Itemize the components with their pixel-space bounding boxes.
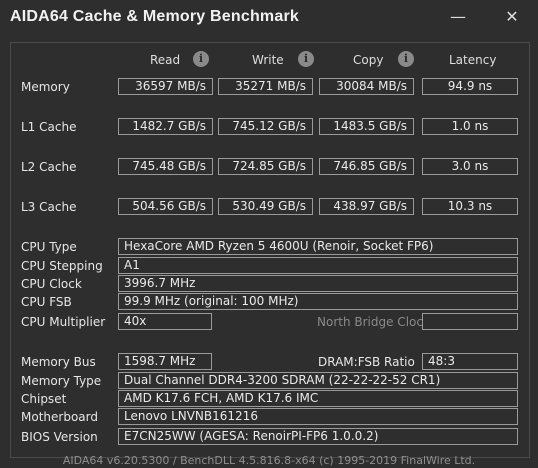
title-bar[interactable]: AIDA64 Cache & Memory Benchmark — ✕ <box>0 0 538 36</box>
dram-fsb-ratio-label: DRAM:FSB Ratio <box>318 355 415 369</box>
chipset-label: Chipset <box>21 392 67 406</box>
memory-bus-value: 1598.7 MHz <box>118 353 212 370</box>
row-label-l2-cache: L2 Cache <box>21 160 77 174</box>
motherboard-value: Lenovo LNVNB161216 <box>118 408 518 425</box>
dram-fsb-ratio-value: 48:3 <box>422 353 518 370</box>
l2-copy-value: 746.85 GB/s <box>319 158 414 175</box>
bios-version-value: E7CN25WW (AGESA: RenoirPI-FP6 1.0.0.2) <box>118 428 518 445</box>
cpu-fsb-label: CPU FSB <box>21 295 72 309</box>
footer-copyright: AIDA64 v6.20.5300 / BenchDLL 4.5.816.8-x… <box>62 454 476 467</box>
l3-latency-value: 10.3 ns <box>422 198 518 215</box>
write-column-header: Write <box>252 53 284 67</box>
cpu-stepping-label: CPU Stepping <box>21 259 103 273</box>
memory-type-value: Dual Channel DDR4-3200 SDRAM (22-22-22-5… <box>118 372 518 389</box>
cpu-clock-label: CPU Clock <box>21 277 82 291</box>
memory-type-label: Memory Type <box>21 374 102 388</box>
window-title: AIDA64 Cache & Memory Benchmark <box>10 8 299 25</box>
read-column-header: Read <box>150 53 181 67</box>
minimize-button[interactable]: — <box>443 4 473 30</box>
benchmark-window: AIDA64 Cache & Memory Benchmark — ✕ Read… <box>0 0 538 468</box>
l1-write-value: 745.12 GB/s <box>218 118 313 135</box>
l1-latency-value: 1.0 ns <box>422 118 518 135</box>
north-bridge-clock-value <box>422 313 518 330</box>
l2-latency-value: 3.0 ns <box>422 158 518 175</box>
copy-info-icon[interactable]: i <box>398 51 414 67</box>
l3-write-value: 530.49 GB/s <box>218 198 313 215</box>
memory-copy-value: 30084 MB/s <box>319 78 414 95</box>
read-info-icon[interactable]: i <box>193 51 209 67</box>
bios-version-label: BIOS Version <box>21 430 98 444</box>
memory-read-value: 36597 MB/s <box>118 78 213 95</box>
cpu-multiplier-value: 40x <box>118 313 212 330</box>
l2-read-value: 745.48 GB/s <box>118 158 213 175</box>
cpu-fsb-value: 99.9 MHz (original: 100 MHz) <box>118 293 518 310</box>
write-info-icon[interactable]: i <box>298 51 314 67</box>
row-label-memory: Memory <box>21 80 70 94</box>
memory-latency-value: 94.9 ns <box>422 78 518 95</box>
cpu-type-value: HexaCore AMD Ryzen 5 4600U (Renoir, Sock… <box>118 238 518 255</box>
memory-bus-label: Memory Bus <box>21 355 96 369</box>
cpu-multiplier-label: CPU Multiplier <box>21 315 106 329</box>
latency-column-header: Latency <box>449 53 497 67</box>
memory-write-value: 35271 MB/s <box>218 78 313 95</box>
l3-read-value: 504.56 GB/s <box>118 198 213 215</box>
l3-copy-value: 438.97 GB/s <box>319 198 414 215</box>
row-label-l3-cache: L3 Cache <box>21 200 77 214</box>
north-bridge-clock-label: North Bridge Clock <box>317 315 430 329</box>
cpu-type-label: CPU Type <box>21 240 77 254</box>
l1-read-value: 1482.7 GB/s <box>118 118 213 135</box>
motherboard-label: Motherboard <box>21 410 98 424</box>
row-label-l1-cache: L1 Cache <box>21 120 77 134</box>
l2-write-value: 724.85 GB/s <box>218 158 313 175</box>
chipset-value: AMD K17.6 FCH, AMD K17.6 IMC <box>118 390 518 407</box>
close-button[interactable]: ✕ <box>497 4 527 30</box>
copy-column-header: Copy <box>353 53 384 67</box>
cpu-stepping-value: A1 <box>118 257 518 274</box>
l1-copy-value: 1483.5 GB/s <box>319 118 414 135</box>
cpu-clock-value: 3996.7 MHz <box>118 275 518 292</box>
